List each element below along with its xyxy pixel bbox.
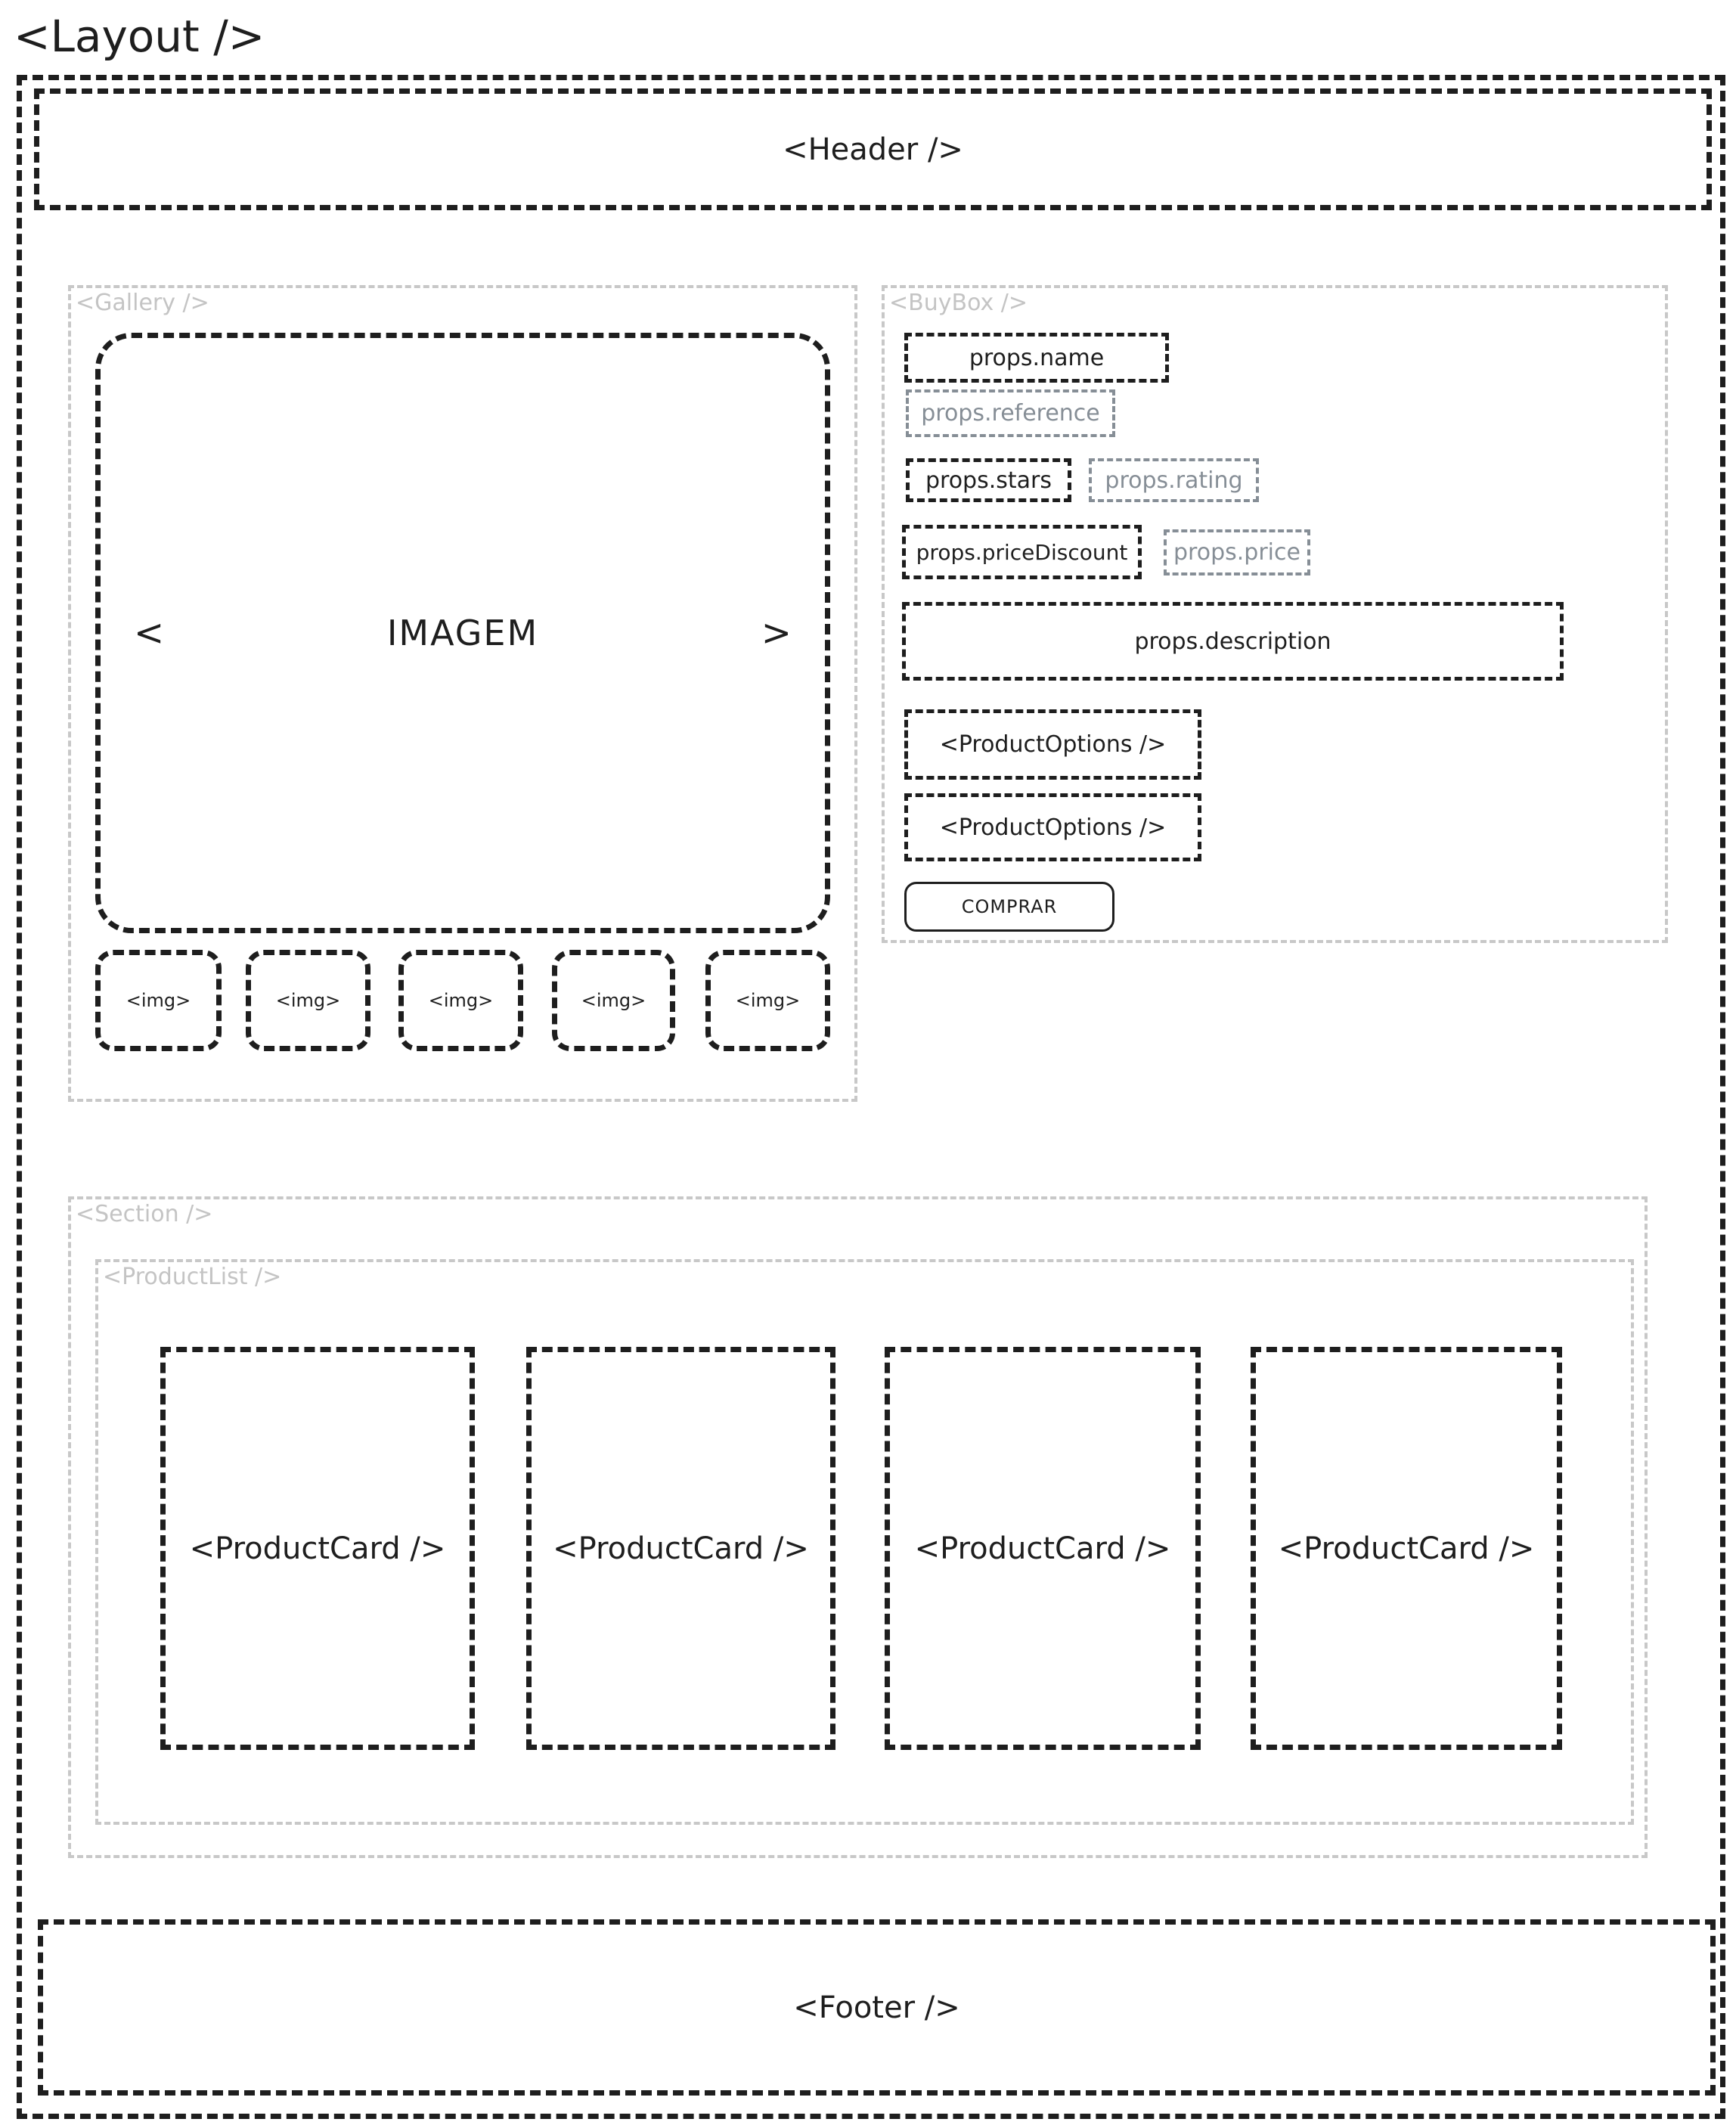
- layout-title: <Layout />: [14, 11, 265, 62]
- thumbnail-label: <img>: [126, 990, 191, 1011]
- product-stars-text: props.stars: [925, 467, 1052, 494]
- product-rating: props.rating: [1089, 458, 1259, 502]
- product-card-label: <ProductCard />: [1278, 1531, 1535, 1566]
- product-description-text: props.description: [1134, 628, 1331, 655]
- product-price: props.price: [1164, 529, 1310, 575]
- product-options-label: <ProductOptions />: [939, 731, 1167, 758]
- thumbnail[interactable]: <img>: [95, 950, 222, 1051]
- product-price-discount-text: props.priceDiscount: [916, 539, 1128, 565]
- product-card[interactable]: <ProductCard />: [1251, 1347, 1562, 1750]
- product-price-text: props.price: [1173, 539, 1300, 566]
- gallery-label: <Gallery />: [76, 290, 209, 316]
- product-description: props.description: [902, 602, 1564, 681]
- thumbnail[interactable]: <img>: [398, 950, 523, 1051]
- product-reference-text: props.reference: [921, 400, 1100, 427]
- main-image[interactable]: < IMAGEM >: [95, 333, 830, 933]
- thumbnail-label: <img>: [428, 990, 494, 1011]
- product-price-discount: props.priceDiscount: [902, 525, 1142, 579]
- product-card[interactable]: <ProductCard />: [160, 1347, 475, 1750]
- product-reference: props.reference: [906, 389, 1115, 437]
- product-card-label: <ProductCard />: [189, 1531, 446, 1566]
- thumbnail[interactable]: <img>: [246, 950, 370, 1051]
- buy-button[interactable]: COMPRAR: [904, 882, 1114, 932]
- product-options[interactable]: <ProductOptions />: [904, 709, 1201, 780]
- product-options-label: <ProductOptions />: [939, 814, 1167, 841]
- footer: <Footer />: [38, 1919, 1716, 2096]
- product-options[interactable]: <ProductOptions />: [904, 793, 1201, 861]
- thumbnail[interactable]: <img>: [552, 950, 675, 1051]
- product-name-text: props.name: [969, 344, 1105, 371]
- buybox-label: <BuyBox />: [889, 290, 1028, 316]
- header: <Header />: [34, 88, 1712, 210]
- chevron-left-icon[interactable]: <: [134, 612, 164, 654]
- product-name: props.name: [904, 333, 1169, 383]
- header-label: <Header />: [783, 132, 963, 167]
- thumbnail-label: <img>: [581, 990, 646, 1011]
- product-card-label: <ProductCard />: [914, 1531, 1171, 1566]
- product-rating-text: props.rating: [1105, 467, 1243, 494]
- chevron-right-icon[interactable]: >: [761, 612, 792, 654]
- product-card[interactable]: <ProductCard />: [526, 1347, 835, 1750]
- product-list-label: <ProductList />: [103, 1264, 282, 1290]
- footer-label: <Footer />: [793, 1990, 960, 2025]
- product-card-label: <ProductCard />: [553, 1531, 809, 1566]
- main-image-label: IMAGEM: [386, 613, 539, 653]
- product-stars: props.stars: [906, 458, 1071, 502]
- thumbnail-label: <img>: [275, 990, 341, 1011]
- product-card[interactable]: <ProductCard />: [885, 1347, 1201, 1750]
- thumbnail-label: <img>: [735, 990, 801, 1011]
- section-label: <Section />: [76, 1201, 213, 1227]
- thumbnail[interactable]: <img>: [705, 950, 830, 1051]
